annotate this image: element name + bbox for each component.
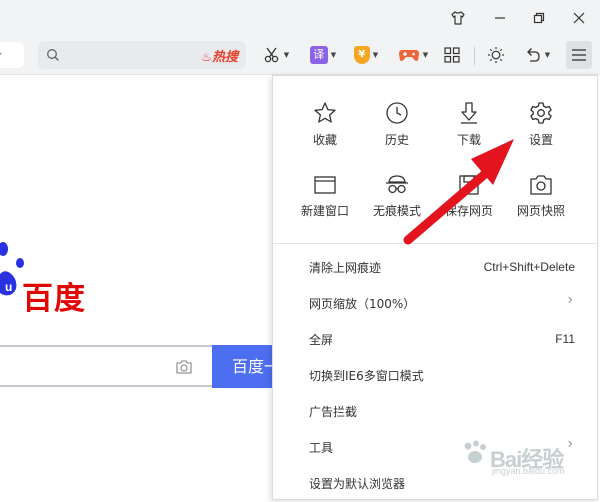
watermark-url: jingyan.baidu.com (492, 466, 565, 476)
annotation-arrow (403, 139, 514, 245)
paw-icon (464, 440, 486, 463)
baidu-jingyan-watermark: Bai经验 jingyan.baidu.com (450, 434, 580, 482)
